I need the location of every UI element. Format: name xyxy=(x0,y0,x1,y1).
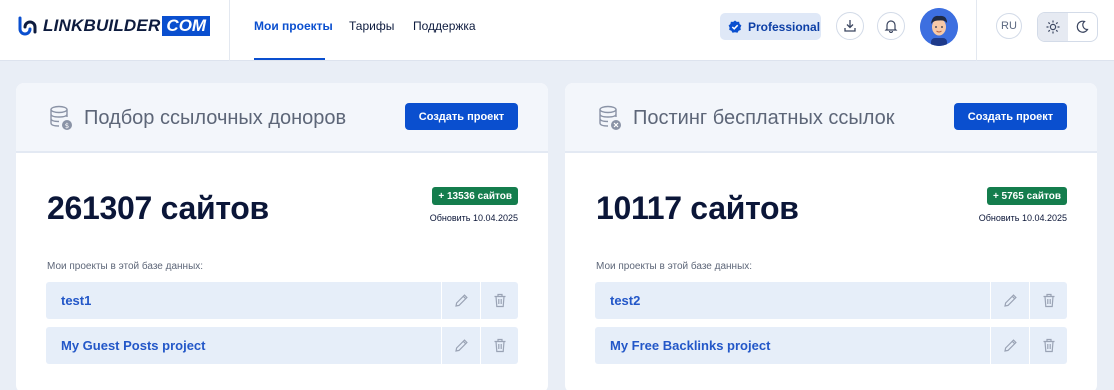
update-link[interactable]: Обновить 10.04.2025 xyxy=(430,213,518,223)
edit-project-button[interactable] xyxy=(441,282,480,319)
language-switch[interactable]: RU xyxy=(996,13,1022,39)
update-link[interactable]: Обновить 10.04.2025 xyxy=(979,213,1067,223)
light-theme-button[interactable] xyxy=(1038,13,1068,41)
divider xyxy=(976,0,977,61)
trash-icon xyxy=(494,293,505,308)
project-row[interactable]: My Guest Posts project xyxy=(46,327,518,364)
sites-count: 261307 сайтов xyxy=(47,190,269,226)
delete-project-button[interactable] xyxy=(480,282,518,319)
card-title: Подбор ссылочных доноров xyxy=(84,107,347,129)
svg-text:$: $ xyxy=(65,122,69,130)
project-name[interactable]: My Guest Posts project xyxy=(61,338,205,353)
nav-my-projects[interactable]: Мои проекты xyxy=(254,19,333,33)
pencil-icon xyxy=(454,294,468,307)
card-title: Постинг бесплатных ссылок xyxy=(633,107,895,129)
projects-label: Мои проекты в этой базе данных: xyxy=(596,261,753,272)
pencil-icon xyxy=(454,339,468,352)
trash-icon xyxy=(1043,293,1054,308)
create-project-button[interactable]: Создать проект xyxy=(954,103,1067,130)
user-avatar[interactable] xyxy=(920,8,958,46)
project-name[interactable]: test1 xyxy=(61,293,91,308)
donors-card: $ Подбор ссылочных доноров Создать проек… xyxy=(16,83,548,390)
logo-com: COM xyxy=(162,16,211,36)
download-button[interactable] xyxy=(836,12,864,40)
delete-project-button[interactable] xyxy=(1029,282,1067,319)
logo-text: LINKBUILDER xyxy=(43,16,161,35)
trash-icon xyxy=(494,338,505,353)
edit-project-button[interactable] xyxy=(990,327,1029,364)
nav-active-indicator xyxy=(254,58,325,60)
nav-tariffs[interactable]: Тарифы xyxy=(349,19,394,33)
sites-delta-badge: + 5765 сайтов xyxy=(986,187,1067,205)
create-project-button[interactable]: Создать проект xyxy=(405,103,518,130)
project-row[interactable]: My Free Backlinks project xyxy=(595,327,1067,364)
download-icon xyxy=(844,20,856,32)
bell-icon xyxy=(884,20,898,33)
top-header: LINKBUILDER COM Мои проекты Тарифы Подде… xyxy=(0,0,1114,61)
plan-badge[interactable]: Professional xyxy=(720,13,821,40)
project-name[interactable]: test2 xyxy=(610,293,640,308)
moon-icon xyxy=(1076,20,1089,33)
free-links-card: Постинг бесплатных ссылок Создать проект… xyxy=(565,83,1097,390)
pencil-icon xyxy=(1003,339,1017,352)
card-header: $ Подбор ссылочных доноров Создать проек… xyxy=(16,83,548,153)
edit-project-button[interactable] xyxy=(441,327,480,364)
nav-support[interactable]: Поддержка xyxy=(413,19,476,33)
delete-project-button[interactable] xyxy=(480,327,518,364)
theme-toggle[interactable] xyxy=(1037,12,1098,42)
notifications-button[interactable] xyxy=(877,12,905,40)
verified-check-icon xyxy=(728,20,742,33)
logo[interactable]: LINKBUILDER COM xyxy=(16,15,211,37)
pencil-icon xyxy=(1003,294,1017,307)
sites-count: 10117 сайтов xyxy=(596,190,799,226)
project-row[interactable]: test1 xyxy=(46,282,518,319)
sites-delta-badge: + 13536 сайтов xyxy=(432,187,518,205)
divider xyxy=(229,0,230,61)
trash-icon xyxy=(1043,338,1054,353)
project-row[interactable]: test2 xyxy=(595,282,1067,319)
edit-project-button[interactable] xyxy=(990,282,1029,319)
database-icon: $ xyxy=(50,105,72,130)
projects-label: Мои проекты в этой базе данных: xyxy=(47,261,204,272)
link-logo-icon xyxy=(18,16,37,36)
delete-project-button[interactable] xyxy=(1029,327,1067,364)
sun-icon xyxy=(1046,20,1060,34)
dark-theme-button[interactable] xyxy=(1068,13,1098,41)
avatar-illustration xyxy=(920,8,958,46)
database-icon xyxy=(599,105,621,130)
plan-label: Professional xyxy=(748,19,821,34)
card-header: Постинг бесплатных ссылок Создать проект xyxy=(565,83,1097,153)
project-name[interactable]: My Free Backlinks project xyxy=(610,338,770,353)
